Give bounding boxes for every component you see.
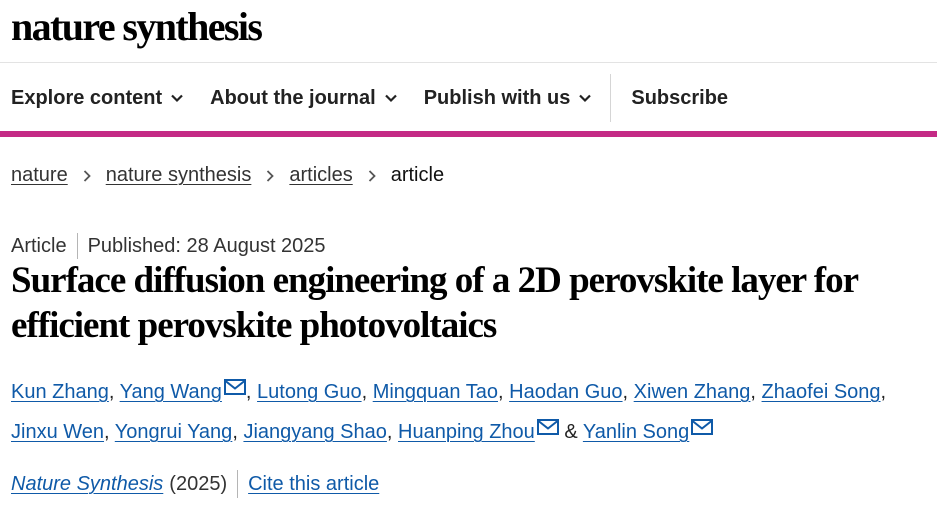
article-type: Article xyxy=(11,234,67,257)
breadcrumb-articles[interactable]: articles xyxy=(289,164,352,187)
nav-item-label: About the journal xyxy=(210,86,376,109)
subscribe-label: Subscribe xyxy=(631,86,729,109)
author-list: Kun Zhang, Yang Wang, Lutong Guo, Mingqu… xyxy=(11,379,887,443)
meta-divider xyxy=(76,233,78,259)
author-link[interactable]: Huanping Zhou xyxy=(398,421,535,443)
author-link[interactable]: Kun Zhang xyxy=(11,381,109,403)
author-link[interactable]: Zhaofei Song xyxy=(762,381,881,403)
breadcrumb-nature[interactable]: nature xyxy=(11,164,68,187)
chevron-down-icon xyxy=(384,94,397,103)
published-date: Published: 28 August 2025 xyxy=(87,234,326,257)
nav-item-label: Publish with us xyxy=(423,86,571,109)
chevron-right-icon xyxy=(267,169,275,182)
nav-explore-content[interactable]: Explore content xyxy=(11,87,184,110)
chevron-right-icon xyxy=(368,169,376,182)
chevron-right-icon xyxy=(83,169,91,182)
accent-bar xyxy=(0,131,937,137)
article-meta: Article Published: 28 August 2025 xyxy=(11,233,326,259)
author-link[interactable]: Yanlin Song xyxy=(583,421,689,443)
nav-subscribe[interactable]: Subscribe xyxy=(631,87,728,110)
email-icon[interactable] xyxy=(223,379,246,395)
site-logo[interactable]: nature synthesis xyxy=(11,4,263,50)
breadcrumb: nature nature synthesis articles article xyxy=(11,164,444,187)
journal-link[interactable]: Nature Synthesis xyxy=(11,473,163,496)
chevron-down-icon xyxy=(171,94,183,103)
breadcrumb-current: article xyxy=(390,164,445,186)
nav-about-journal[interactable]: About the journal xyxy=(210,87,398,110)
nav-divider xyxy=(610,74,612,122)
author-link[interactable]: Yongrui Yang xyxy=(115,421,233,443)
cite-divider xyxy=(237,470,239,498)
chevron-down-icon xyxy=(579,94,592,103)
header-divider xyxy=(0,62,937,63)
author-link[interactable]: Mingquan Tao xyxy=(373,381,498,403)
nav-publish-with-us[interactable]: Publish with us xyxy=(424,87,593,110)
author-link[interactable]: Jinxu Wen xyxy=(11,421,104,443)
author-link[interactable]: Xiwen Zhang xyxy=(634,381,751,403)
nav-item-label: Explore content xyxy=(11,86,163,109)
author-link[interactable]: Haodan Guo xyxy=(509,381,622,403)
author-link[interactable]: Yang Wang xyxy=(120,381,222,403)
email-icon[interactable] xyxy=(691,419,714,435)
author-link[interactable]: Jiangyang Shao xyxy=(243,421,386,443)
email-icon[interactable] xyxy=(536,419,559,435)
breadcrumb-nature-synthesis[interactable]: nature synthesis xyxy=(106,164,252,187)
article-title: Surface diffusion engineering of a 2D pe… xyxy=(11,260,858,346)
publication-year: (2025) xyxy=(169,472,228,495)
author-link[interactable]: Lutong Guo xyxy=(257,381,362,403)
main-nav: Explore content About the journal Publis… xyxy=(11,74,754,122)
citation-line: Nature Synthesis (2025) Cite this articl… xyxy=(11,470,379,498)
cite-this-article-link[interactable]: Cite this article xyxy=(248,473,379,496)
